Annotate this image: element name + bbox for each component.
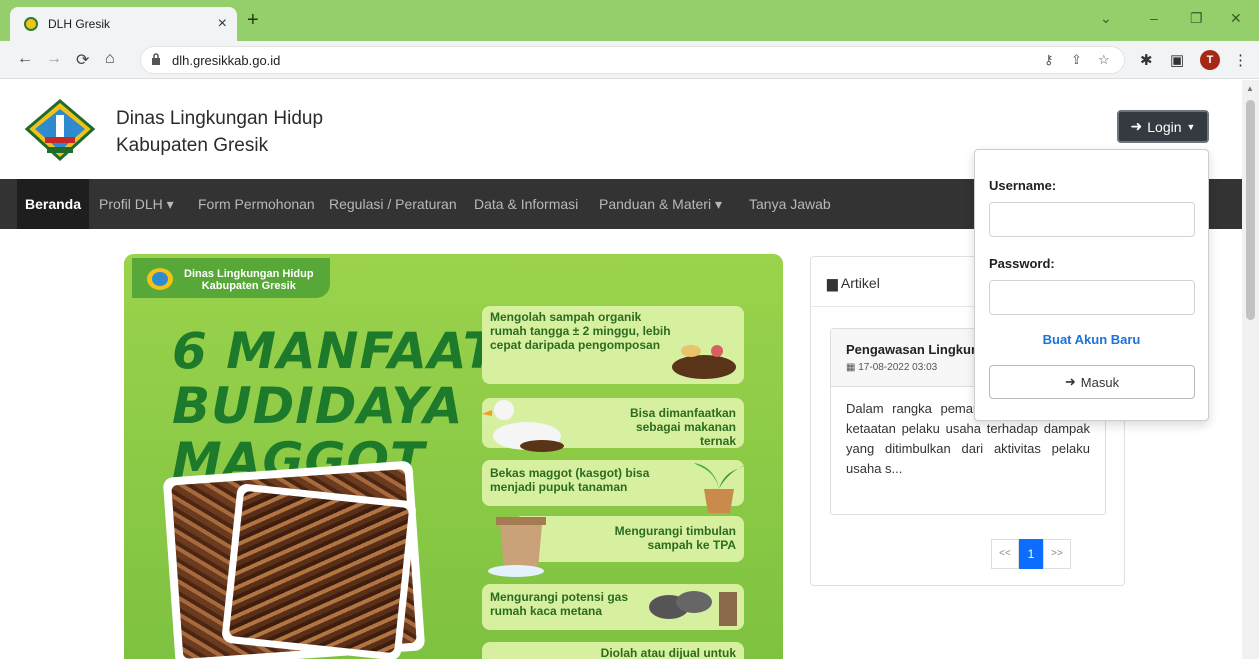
trash-bin-icon [488,517,546,577]
key-icon[interactable]: ⚷ [1044,52,1054,68]
banner-badge: Dinas Lingkungan Hidup Kabupaten Gresik [132,258,330,298]
nav-item-profil-dlh[interactable]: Profil DLH ▾ [99,179,174,229]
tab-title: DLH Gresik [48,17,111,31]
sign-in-icon: ➜ [1130,118,1143,134]
headline-line2: BUDIDAYA [172,377,464,435]
banner-headline: 6 MANFAAT BUDIDAYA MAGGOT [172,324,498,489]
maggot-photo-2 [228,490,410,654]
gresik-logo-icon [25,99,95,161]
forward-icon[interactable]: → [46,50,62,68]
nav-item-tanya-jawab[interactable]: Tanya Jawab [749,179,831,229]
benefit-6: Diolah atau dijual untuk [482,642,744,659]
nav-item-regulasi[interactable]: Regulasi / Peraturan [329,179,457,229]
minimize-icon[interactable]: – [1150,10,1158,26]
username-input[interactable] [989,202,1195,237]
maggot-banner: Dinas Lingkungan Hidup Kabupaten Gresik … [124,254,783,659]
sign-in-icon: ➜ [1064,374,1076,389]
compost-pile-icon [672,345,736,379]
restore-icon[interactable]: ❐ [1190,10,1203,27]
duck-icon [482,400,564,452]
lock-icon [152,53,160,65]
methane-smoke-icon [649,591,737,626]
pager-prev[interactable]: << [991,539,1019,569]
calendar-icon: ▦ [846,362,856,373]
extensions-icon[interactable]: ✱ [1140,51,1153,69]
login-dropdown-menu: Username: Password: Buat Akun Baru ➜ Mas… [974,149,1209,421]
menu-icon[interactable]: ⋮ [1233,51,1248,69]
login-dropdown-button[interactable]: ➜ Login ▼ [1117,110,1209,143]
site-title-line2: Kabupaten Gresik [116,135,269,156]
close-tab-icon[interactable]: × [218,15,227,33]
login-label: Login [1147,118,1182,135]
maggot-photo-frame-2 [221,483,417,659]
scroll-up-icon[interactable]: ▲ [1246,84,1254,93]
address-bar[interactable]: dlh.gresikkab.go.id ⚷ ⇪ ☆ [140,46,1125,74]
article-panel-title: Artikel [840,275,880,291]
site-favicon-icon [24,17,38,31]
nav-item-beranda[interactable]: Beranda [17,179,90,229]
scroll-thumb[interactable] [1246,100,1255,320]
pager-next[interactable]: >> [1043,539,1071,569]
masuk-button[interactable]: ➜ Masuk [989,365,1195,399]
page-scrollbar[interactable]: ▲ [1242,80,1259,659]
site-title-line1: Dinas Lingkungan Hidup [116,108,324,129]
close-window-icon[interactable]: ✕ [1230,10,1242,27]
back-icon[interactable]: ← [17,50,33,68]
badge-line1: Dinas Lingkungan Hidup [184,268,314,280]
share-icon[interactable]: ⇪ [1071,52,1082,68]
site-title: Dinas Lingkungan Hidup Kabupaten Gresik [116,105,323,159]
headline-line1: 6 MANFAAT [172,322,498,380]
password-input[interactable] [989,280,1195,315]
new-tab-button[interactable]: + [247,10,259,30]
gresik-logo-small-icon [147,268,173,290]
home-icon[interactable]: ⌂ [105,50,115,68]
reload-icon[interactable]: ⟳ [76,50,89,70]
browser-toolbar: ← → ⟳ ⌂ dlh.gresikkab.go.id ⚷ ⇪ ☆ ✱ ▣ T … [0,41,1259,79]
browser-tab-bar: DLH Gresik × + ⌄ – ❐ ✕ [0,0,1259,41]
article-date-text: 17-08-2022 03:03 [858,362,938,373]
url-text: dlh.gresikkab.go.id [172,53,281,68]
password-label: Password: [989,256,1055,271]
tab-search-icon[interactable]: ⌄ [1100,10,1112,27]
pager-page-1[interactable]: 1 [1019,539,1043,569]
star-icon[interactable]: ☆ [1098,52,1110,68]
sidepanel-icon[interactable]: ▣ [1170,51,1184,69]
file-icon: ▆ [827,275,838,291]
masuk-label: Masuk [1080,374,1120,390]
banner-badge-text: Dinas Lingkungan Hidup Kabupaten Gresik [184,268,314,292]
caret-down-icon: ▼ [1186,121,1196,132]
web-page: Dinas Lingkungan Hidup Kabupaten Gresik … [0,80,1259,659]
pagination: << 1 >> [991,539,1071,569]
username-label: Username: [989,178,1057,193]
nav-item-data-informasi[interactable]: Data & Informasi [474,179,578,229]
badge-line2: Kabupaten Gresik [201,280,296,292]
browser-tab[interactable]: DLH Gresik × [10,7,237,41]
nav-item-form-permohonan[interactable]: Form Permohonan [198,179,315,229]
plant-pot-icon [694,463,746,513]
profile-avatar[interactable]: T [1200,50,1220,70]
nav-item-panduan-materi[interactable]: Panduan & Materi ▾ [599,179,722,229]
create-account-link[interactable]: Buat Akun Baru [975,332,1208,347]
